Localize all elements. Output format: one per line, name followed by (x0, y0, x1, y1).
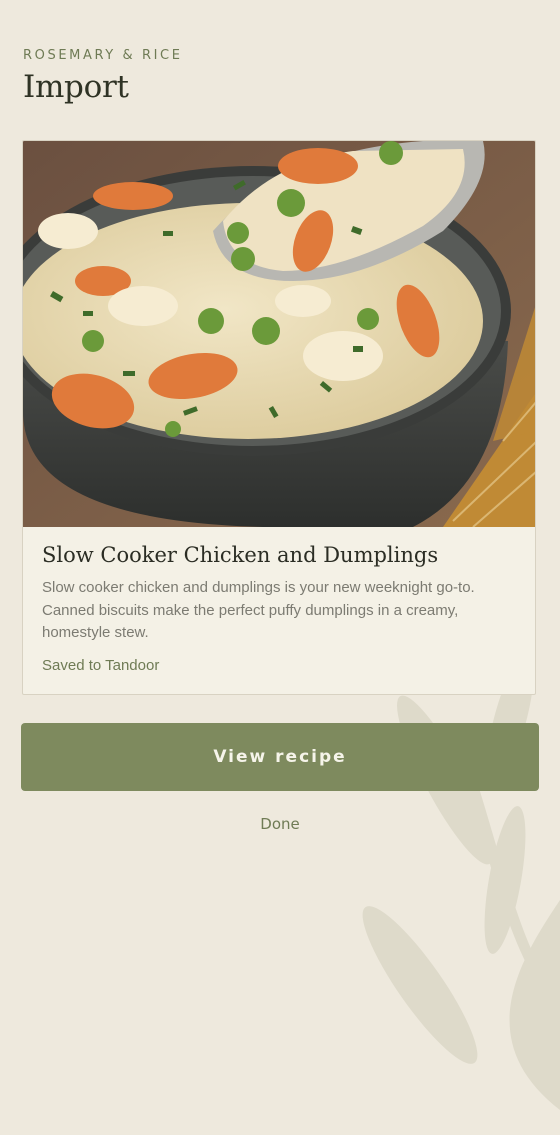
saved-status: Saved to Tandoor (42, 656, 160, 674)
page-header: ROSEMARY & RICE Import (23, 48, 183, 105)
recipe-title: Slow Cooker Chicken and Dumplings (42, 543, 439, 567)
recipe-description: Slow cooker chicken and dumplings is you… (42, 577, 516, 645)
recipe-photo (23, 141, 535, 527)
view-recipe-button[interactable]: View recipe (21, 723, 539, 791)
done-button[interactable]: Done (230, 812, 330, 836)
description-line: Canned biscuits make the perfect puffy d… (42, 601, 459, 619)
page-title: Import (23, 69, 129, 105)
brand-name: ROSEMARY & RICE (23, 48, 183, 63)
description-line: homestyle stew. (42, 624, 149, 641)
recipe-card: Slow Cooker Chicken and Dumplings Slow c… (22, 140, 536, 695)
description-line: Slow cooker chicken and dumplings is you… (42, 579, 475, 596)
